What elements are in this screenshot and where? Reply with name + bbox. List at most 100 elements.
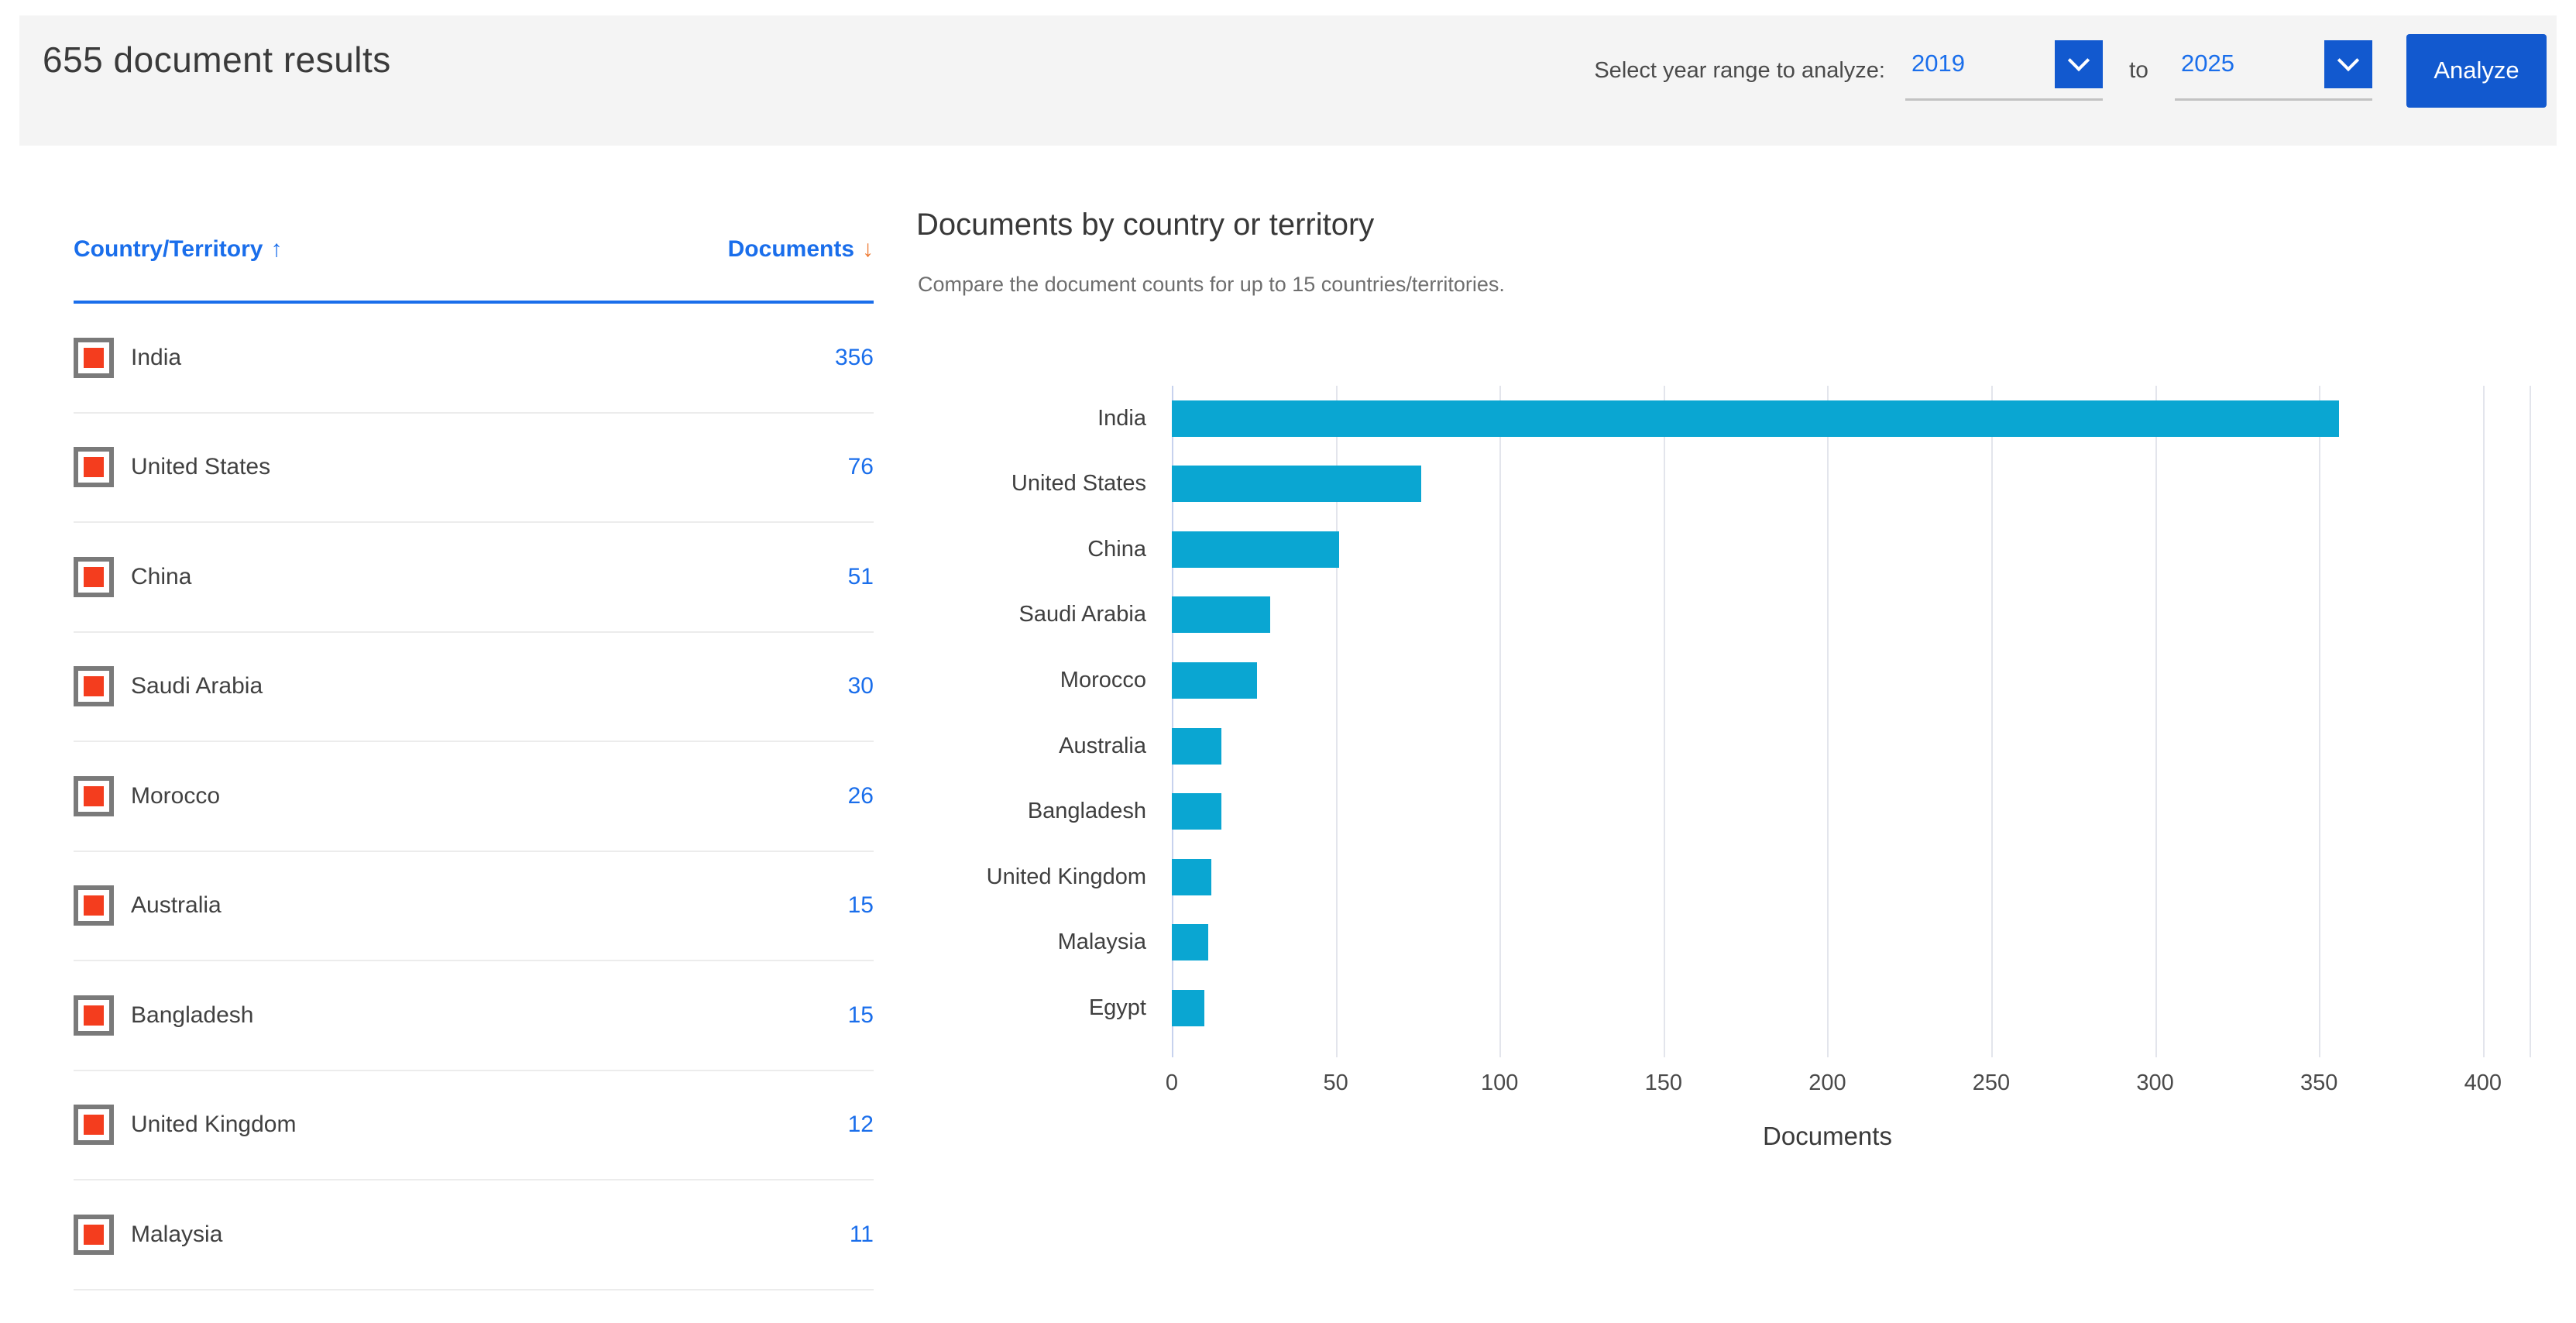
gridline xyxy=(1499,386,1501,1057)
y-axis-label: Australia xyxy=(891,728,1146,765)
x-axis-label: Documents xyxy=(1172,1122,2483,1151)
list-item: United Kingdom 12 xyxy=(74,1071,874,1181)
gridline xyxy=(1991,386,1993,1057)
bar[interactable] xyxy=(1172,466,1421,502)
country-list: India 356 United States 76 China 51 Saud… xyxy=(74,304,874,1290)
country-checkbox[interactable] xyxy=(74,1215,114,1255)
list-item: United States 76 xyxy=(74,414,874,524)
gridline xyxy=(1664,386,1665,1057)
chevron-down-icon xyxy=(2337,50,2359,71)
checkbox-selected-mark xyxy=(84,1005,104,1026)
gridline xyxy=(2155,386,2157,1057)
gridline xyxy=(1827,386,1829,1057)
country-name: India xyxy=(131,345,835,371)
bar[interactable] xyxy=(1172,728,1221,765)
document-count-link[interactable]: 51 xyxy=(848,564,874,590)
y-axis-label: Malaysia xyxy=(891,924,1146,960)
document-count-link[interactable]: 30 xyxy=(848,673,874,699)
x-tick-label: 0 xyxy=(1125,1070,1218,1096)
page: 655 document results Select year range t… xyxy=(0,0,2576,1323)
year-to-dropdown[interactable]: 2025 xyxy=(2175,40,2372,101)
country-checkbox[interactable] xyxy=(74,666,114,706)
list-item: Malaysia 11 xyxy=(74,1180,874,1290)
y-axis-label: United Kingdom xyxy=(891,859,1146,895)
gridline xyxy=(2319,386,2320,1057)
year-to-value: 2025 xyxy=(2181,50,2234,77)
x-tick-label: 350 xyxy=(2272,1070,2365,1096)
checkbox-selected-mark xyxy=(84,786,104,806)
bar[interactable] xyxy=(1172,400,2339,437)
to-label: to xyxy=(2129,57,2148,84)
x-tick-label: 250 xyxy=(1945,1070,2038,1096)
country-name: Bangladesh xyxy=(131,1002,848,1029)
document-count-link[interactable]: 15 xyxy=(848,1002,874,1029)
bar-chart-plot xyxy=(1172,386,2531,1057)
x-axis-ticks: 050100150200250300350400 xyxy=(1172,1070,2531,1101)
x-tick-label: 400 xyxy=(2437,1070,2530,1096)
country-name: Saudi Arabia xyxy=(131,673,848,699)
bar[interactable] xyxy=(1172,793,1221,830)
country-checkbox[interactable] xyxy=(74,995,114,1036)
checkbox-selected-mark xyxy=(84,895,104,916)
document-count-link[interactable]: 15 xyxy=(848,892,874,919)
year-range-controls: Select year range to analyze: 2019 to 20… xyxy=(1594,25,2547,116)
checkbox-selected-mark xyxy=(84,1115,104,1135)
country-checkbox[interactable] xyxy=(74,1105,114,1145)
x-tick-label: 150 xyxy=(1617,1070,1710,1096)
y-axis-label: Bangladesh xyxy=(891,793,1146,830)
list-item: Australia 15 xyxy=(74,852,874,962)
country-checkbox[interactable] xyxy=(74,338,114,378)
sort-asc-icon: ↑ xyxy=(270,236,282,262)
y-axis-label: Egypt xyxy=(891,990,1146,1026)
list-item: China 51 xyxy=(74,523,874,633)
sort-country-header[interactable]: Country/Territory↑ xyxy=(74,236,282,263)
year-from-dropdown[interactable]: 2019 xyxy=(1905,40,2103,101)
chevron-down-icon xyxy=(2068,50,2090,71)
year-from-dropdown-button[interactable] xyxy=(2055,40,2103,88)
year-range-label: Select year range to analyze: xyxy=(1594,58,1885,84)
country-name: Morocco xyxy=(131,783,848,809)
bar[interactable] xyxy=(1172,531,1339,568)
document-count-link[interactable]: 26 xyxy=(848,783,874,809)
list-item: Saudi Arabia 30 xyxy=(74,633,874,743)
country-name: United States xyxy=(131,454,848,480)
bar[interactable] xyxy=(1172,662,1257,699)
bar[interactable] xyxy=(1172,990,1204,1026)
analyze-button[interactable]: Analyze xyxy=(2406,34,2547,108)
checkbox-selected-mark xyxy=(84,457,104,477)
country-checkbox[interactable] xyxy=(74,885,114,926)
list-item: Morocco 26 xyxy=(74,742,874,852)
document-count-link[interactable]: 11 xyxy=(850,1222,874,1248)
year-from-value: 2019 xyxy=(1911,50,1965,77)
country-checkbox[interactable] xyxy=(74,447,114,487)
country-name: Malaysia xyxy=(131,1222,850,1248)
checkbox-selected-mark xyxy=(84,1225,104,1245)
checkbox-selected-mark xyxy=(84,348,104,368)
bar[interactable] xyxy=(1172,924,1208,960)
bar[interactable] xyxy=(1172,596,1270,633)
document-count-link[interactable]: 76 xyxy=(848,454,874,480)
list-item: India 356 xyxy=(74,304,874,414)
document-count-link[interactable]: 356 xyxy=(835,345,874,371)
y-axis-labels: IndiaUnited StatesChinaSaudi ArabiaMoroc… xyxy=(891,386,1146,1057)
document-count-link[interactable]: 12 xyxy=(848,1112,874,1138)
documents-header-label: Documents xyxy=(728,236,854,262)
chart-subtitle: Compare the document counts for up to 15… xyxy=(918,273,1505,297)
checkbox-selected-mark xyxy=(84,676,104,696)
x-tick-label: 300 xyxy=(2109,1070,2202,1096)
y-axis-label: Morocco xyxy=(891,662,1146,699)
y-axis-label: India xyxy=(891,400,1146,437)
page-title: 655 document results xyxy=(43,39,391,81)
country-name: United Kingdom xyxy=(131,1112,848,1138)
y-axis-label: Saudi Arabia xyxy=(891,596,1146,633)
sort-documents-header[interactable]: Documents ↓ xyxy=(728,236,874,263)
country-checkbox[interactable] xyxy=(74,557,114,597)
y-axis-label: United States xyxy=(891,466,1146,502)
gridline xyxy=(2483,386,2485,1057)
country-checkbox[interactable] xyxy=(74,776,114,816)
year-to-dropdown-button[interactable] xyxy=(2324,40,2372,88)
x-tick-label: 100 xyxy=(1453,1070,1546,1096)
bar[interactable] xyxy=(1172,859,1211,895)
sort-desc-icon: ↓ xyxy=(862,236,874,262)
list-header: Country/Territory↑ Documents ↓ xyxy=(74,236,874,275)
